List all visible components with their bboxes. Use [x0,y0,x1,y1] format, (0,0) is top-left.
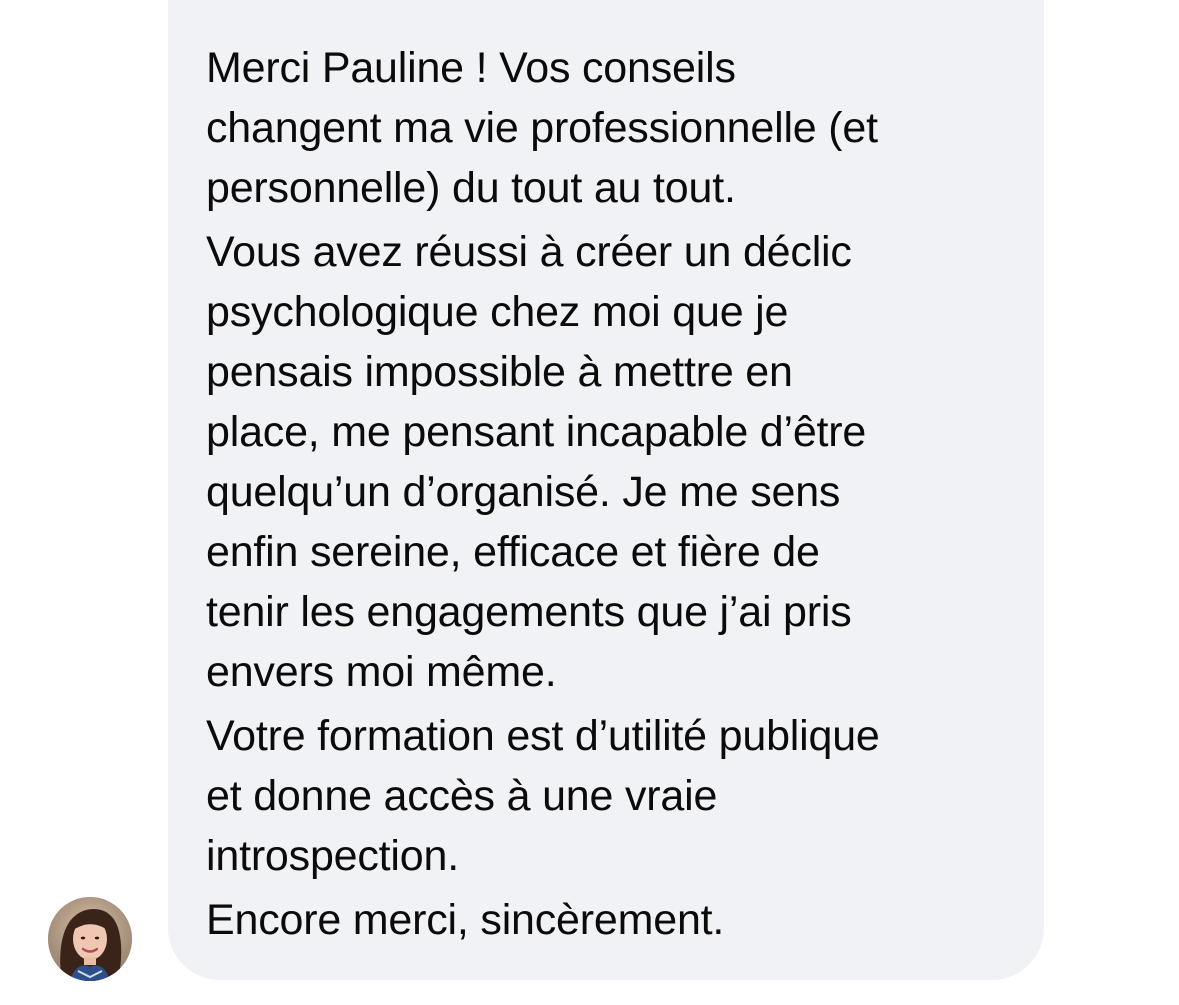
message-paragraph-2: Vous avez réussi à créer un déclic psych… [206,228,867,696]
message-paragraph-4: Encore merci, sincèrement. [206,896,725,944]
message-paragraph-3: Votre formation est d’utilité publique e… [206,712,880,880]
message-bubble[interactable]: Merci Pauline ! Vos conseils changent ma… [168,0,1044,980]
profile-photo-icon [48,897,132,981]
avatar[interactable] [48,897,132,981]
chat-thread: Merci Pauline ! Vos conseils changent ma… [0,0,1179,1005]
message-paragraph-1: Merci Pauline ! Vos conseils changent ma… [206,44,878,212]
